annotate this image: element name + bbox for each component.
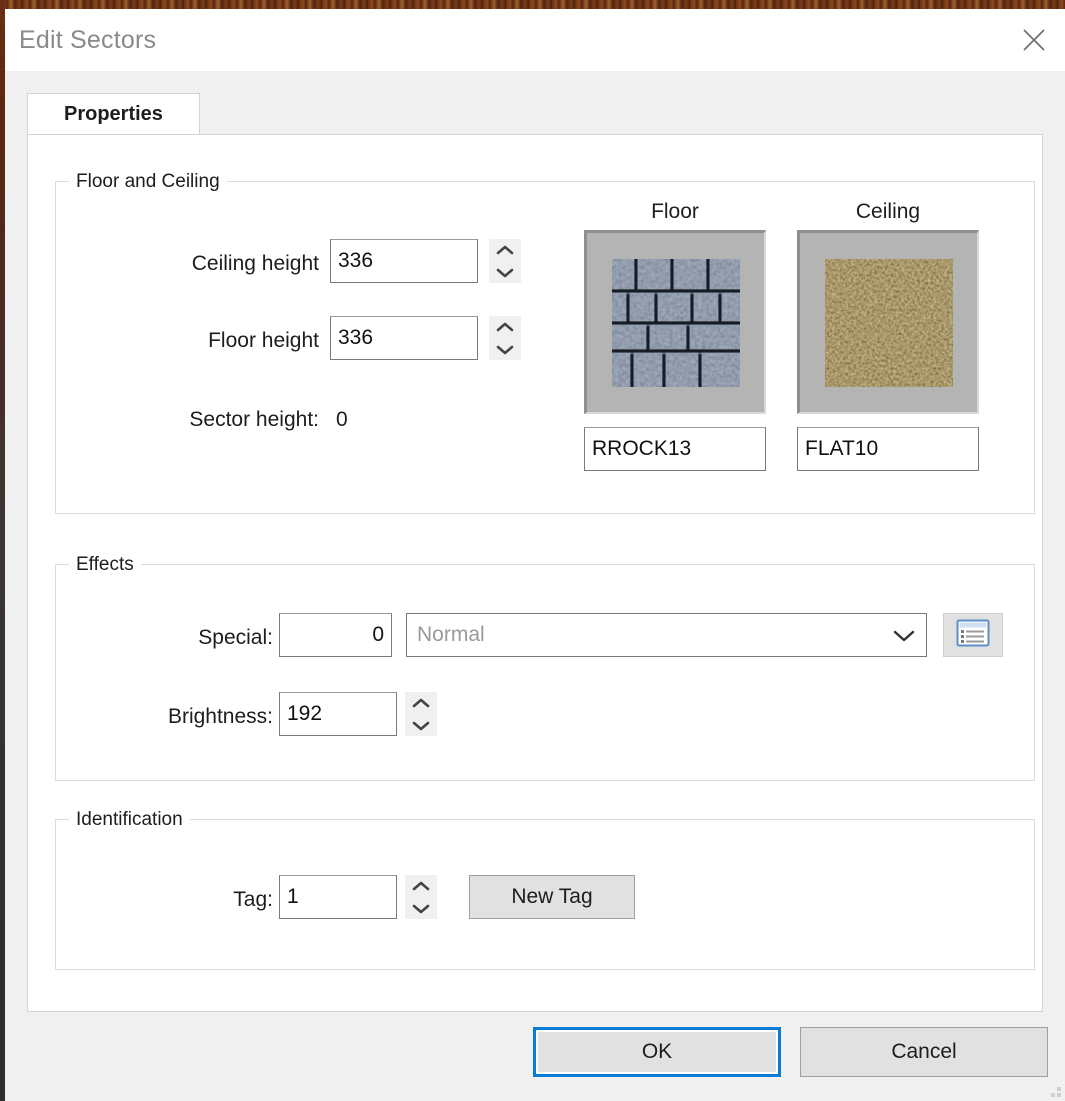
tab-properties-label: Properties [64,103,163,125]
ceiling-height-input[interactable] [330,239,478,283]
floor-height-spinner[interactable] [489,316,521,360]
tab-properties[interactable]: Properties [27,93,200,135]
group-effects-content: Special: Normal [55,564,1035,781]
special-type-combobox[interactable]: Normal [406,613,927,657]
close-icon [1021,27,1047,53]
floor-height-input[interactable] [330,316,478,360]
ceiling-height-spinner[interactable] [489,239,521,283]
brightness-input[interactable] [279,692,397,736]
floor-texture-name-input[interactable] [584,427,766,471]
sector-height-value: 0 [336,408,348,431]
title-bar: Edit Sectors [5,9,1065,71]
ceiling-height-spin-down[interactable] [489,261,521,283]
tag-spin-up[interactable] [405,875,437,897]
dialog-body: Properties Floor and Ceiling Ceiling hei… [5,71,1065,1101]
group-effects: Effects Special: Normal [55,555,1035,781]
floor-texture-caption: Floor [651,200,699,223]
floor-height-label: Floor height [208,329,319,352]
floor-height-spin-down[interactable] [489,338,521,360]
floor-height-spin-up[interactable] [489,316,521,338]
close-button[interactable] [1003,9,1065,71]
tag-spinner[interactable] [405,875,437,919]
edit-sectors-dialog: Edit Sectors Properties Floor and Ceilin… [5,9,1065,1101]
ceiling-height-spin-up[interactable] [489,239,521,261]
floor-texture-swatch[interactable] [584,230,766,414]
group-floor-and-ceiling: Floor and Ceiling Ceiling height 336 Flo… [55,172,1035,514]
group-identification: Identification Tag: New Tag [55,810,1035,970]
list-icon [956,619,990,652]
ceiling-texture-caption: Ceiling [855,200,921,223]
special-input[interactable] [279,613,392,657]
ok-button[interactable]: OK [533,1027,781,1077]
ok-button-label: OK [641,1040,673,1063]
tag-label: Tag: [233,888,273,911]
special-browse-button[interactable] [943,613,1003,657]
new-tag-button-label: New Tag [511,885,593,908]
window-title: Edit Sectors [19,25,157,54]
tag-spin-down[interactable] [405,897,437,919]
ceiling-height-label: Ceiling height [191,252,319,275]
brightness-label: Brightness: [167,705,273,728]
chevron-down-icon [882,629,926,642]
special-label: Special: [198,626,273,649]
group-identification-content: Tag: New Tag [55,819,1035,970]
cancel-button[interactable]: Cancel [800,1027,1048,1077]
ceiling-texture-swatch[interactable] [797,230,979,414]
new-tag-button[interactable]: New Tag [469,875,635,919]
floor-texture-image [611,258,740,387]
resize-grip[interactable] [1047,1083,1061,1097]
group-floor-content: Ceiling height Floor height [55,181,1035,514]
background-app-strip-top [0,0,1065,9]
special-type-value: Normal [417,623,485,646]
brightness-spinner[interactable] [405,692,437,736]
brightness-spin-down[interactable] [405,714,437,736]
brightness-spin-up[interactable] [405,692,437,714]
dialog-footer: OK Cancel [5,1013,1065,1101]
tag-input[interactable] [279,875,397,919]
tab-page-properties: Floor and Ceiling Ceiling height 336 Flo… [27,134,1043,1012]
cancel-button-label: Cancel [891,1040,957,1063]
tab-strip: Properties [27,93,1043,135]
ceiling-texture-image [824,258,953,387]
ceiling-texture-name-input[interactable] [797,427,979,471]
sector-height-label: Sector height: [189,408,319,431]
